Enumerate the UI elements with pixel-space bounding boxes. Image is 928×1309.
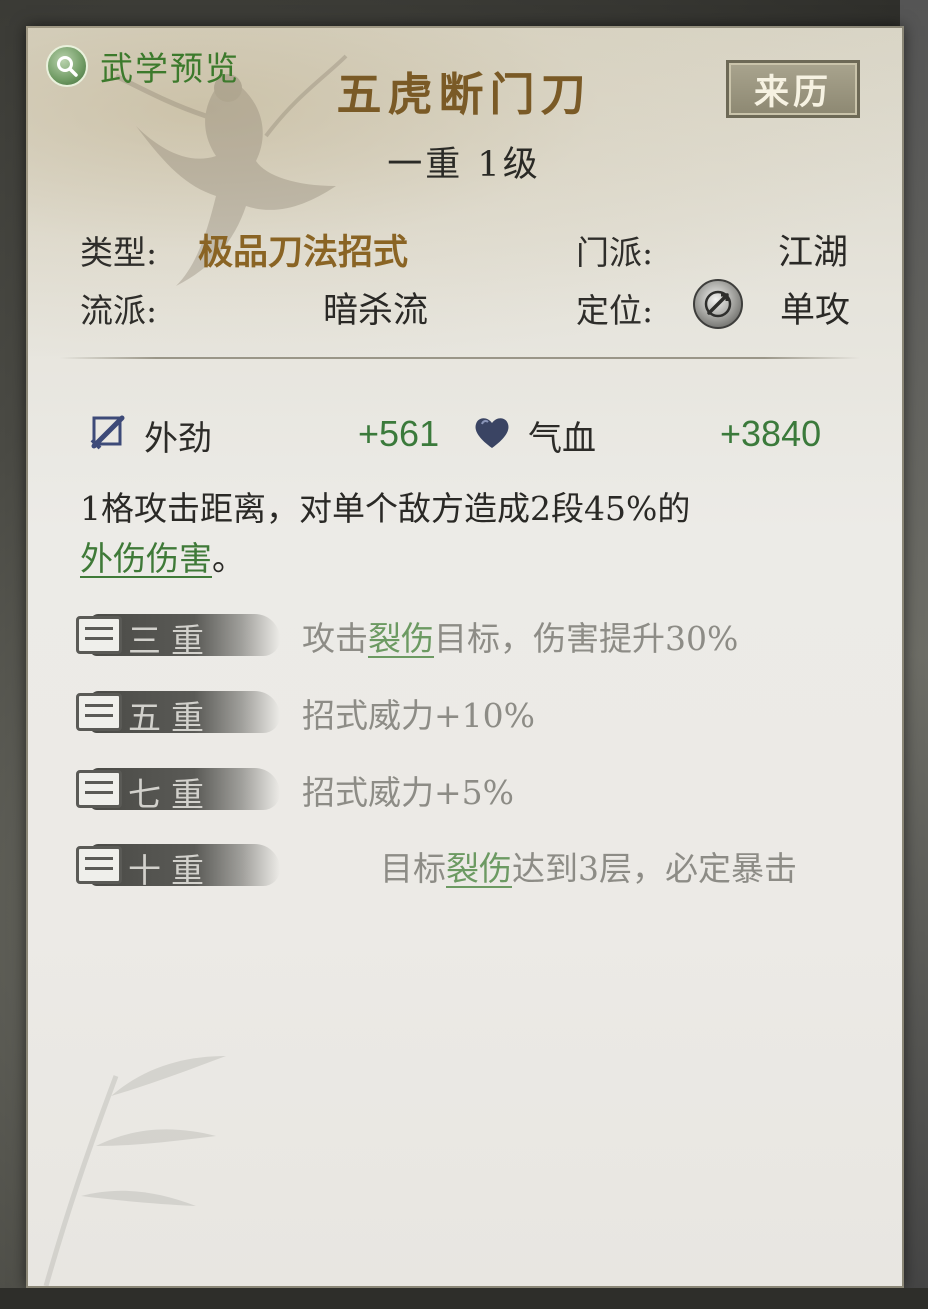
tier-name: 五重 [128,698,214,737]
style-label: 流派: [80,291,158,330]
tier-row: 七重 招式威力+5% [76,760,876,820]
type-value: 极品刀法招式 [198,232,409,273]
school-value: 江湖 [778,233,849,273]
skill-description: 1格攻击距离，对单个敌方造成2段45%的 外伤伤害。 [80,484,840,584]
stat-value-external: +561 [358,413,440,454]
description-text: 1格攻击距离，对单个敌方造成2段45%的 [80,489,691,528]
tier-effect: 攻击裂伤目标，伤害提升30% [302,612,738,660]
tier-effect-text: 招式威力+5% [302,773,515,812]
scroll-icon [76,693,122,731]
sword-icon [88,412,128,456]
tier-effect: 招式威力+10% [302,689,535,737]
scroll-icon [76,770,122,808]
section-divider [60,357,860,359]
tier-effect: 招式威力+5% [302,766,514,814]
single-target-icon [693,279,743,329]
tier-effect-text: 目标 [380,849,446,888]
tier-name: 七重 [128,775,214,814]
bottom-strip [0,1288,928,1309]
tier-row: 三重 攻击裂伤目标，伤害提升30% [76,606,876,666]
tier-badge: 三重 [76,608,286,660]
tier-effect-text: 攻击 [302,619,368,658]
tier-name: 三重 [128,621,214,660]
style-value: 暗杀流 [323,291,429,331]
scroll-icon [76,616,122,654]
tier-badge: 七重 [76,762,286,814]
tier-effect-text: 招式威力+10% [302,696,535,735]
keyword-external-damage[interactable]: 外伤伤害 [80,539,212,578]
keyword-laceration[interactable]: 裂伤 [446,849,512,888]
stat-value-hp: +3840 [720,413,822,454]
skill-level: 一重 1级 [387,145,541,185]
tier-badge: 五重 [76,685,286,737]
position-value: 单攻 [780,291,851,331]
stat-label-hp: 气血 [528,419,596,459]
tier-row: 五重 招式威力+10% [76,683,876,743]
tier-effect-text: 目标，伤害提升30% [434,619,739,658]
stat-label-external: 外劲 [144,419,212,459]
position-label: 定位: [576,291,654,330]
tier-row: 十重 目标裂伤达到3层，必定暴击 [76,836,876,896]
tier-badge: 十重 [76,838,286,890]
keyword-laceration[interactable]: 裂伤 [368,619,434,658]
tier-effect-text: 达到3层，必定暴击 [512,849,797,888]
tier-effect: 目标裂伤达到3层，必定暴击 [380,842,797,890]
description-suffix: 。 [212,539,245,578]
tier-name: 十重 [128,851,214,890]
origin-button[interactable]: 来历 [726,60,860,118]
bamboo-ink-illustration [43,1056,226,1286]
heart-icon [472,412,512,456]
type-label: 类型: [80,233,158,272]
school-label: 门派: [576,233,654,272]
scroll-icon [76,846,122,884]
